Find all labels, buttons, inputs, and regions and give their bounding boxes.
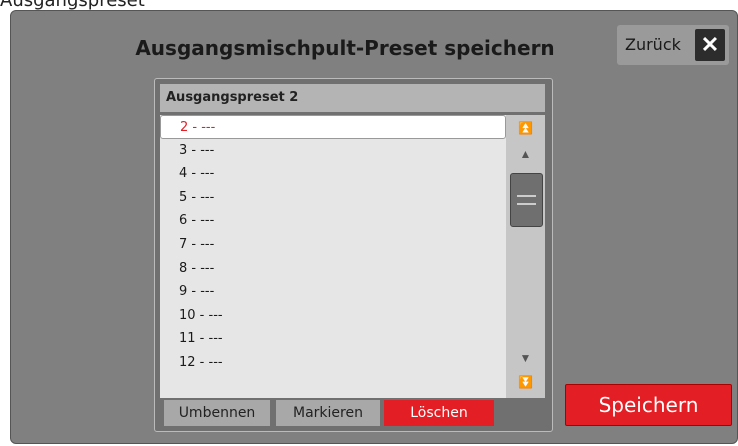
scroll-up-icon[interactable]: ▲ — [506, 143, 545, 165]
scroll-bottom-icon[interactable]: ⏬ — [506, 371, 545, 393]
preset-list: 2 - --- 3 - --- 4 - --- 5 - --- 6 - --- … — [160, 115, 506, 398]
preset-header: Ausgangspreset 2 — [160, 84, 545, 112]
scroll-thumb[interactable] — [510, 173, 543, 227]
list-item[interactable]: 11 - --- — [160, 327, 506, 351]
list-item[interactable]: 2 - --- — [160, 115, 506, 139]
list-item[interactable]: 4 - --- — [160, 162, 506, 186]
list-item[interactable]: 12 - --- — [160, 351, 506, 375]
back-label: Zurück — [625, 35, 681, 54]
mark-button[interactable]: Markieren — [276, 400, 380, 426]
save-button[interactable]: Speichern — [565, 384, 732, 426]
rename-button[interactable]: Umbennen — [164, 400, 270, 426]
list-item[interactable]: 8 - --- — [160, 257, 506, 281]
back-button[interactable]: Zurück ✕ — [617, 25, 729, 65]
list-item[interactable]: 6 - --- — [160, 209, 506, 233]
page-title: Ausgangsmischpult-Preset speichern — [135, 36, 555, 60]
close-icon[interactable]: ✕ — [695, 29, 725, 61]
grip-icon — [517, 195, 536, 205]
list-item[interactable]: 10 - --- — [160, 304, 506, 328]
list-scrollbar[interactable]: ⏫ ▲ ▼ ⏬ — [506, 115, 545, 398]
list-item[interactable]: 9 - --- — [160, 280, 506, 304]
scroll-down-icon[interactable]: ▼ — [506, 347, 545, 369]
list-item[interactable]: 5 - --- — [160, 186, 506, 210]
scroll-top-icon[interactable]: ⏫ — [506, 117, 545, 139]
preset-header-label: Ausgangspreset 2 — [166, 90, 299, 105]
list-item[interactable]: 7 - --- — [160, 233, 506, 257]
list-item[interactable]: 3 - --- — [160, 139, 506, 163]
delete-button[interactable]: Löschen — [384, 400, 494, 426]
